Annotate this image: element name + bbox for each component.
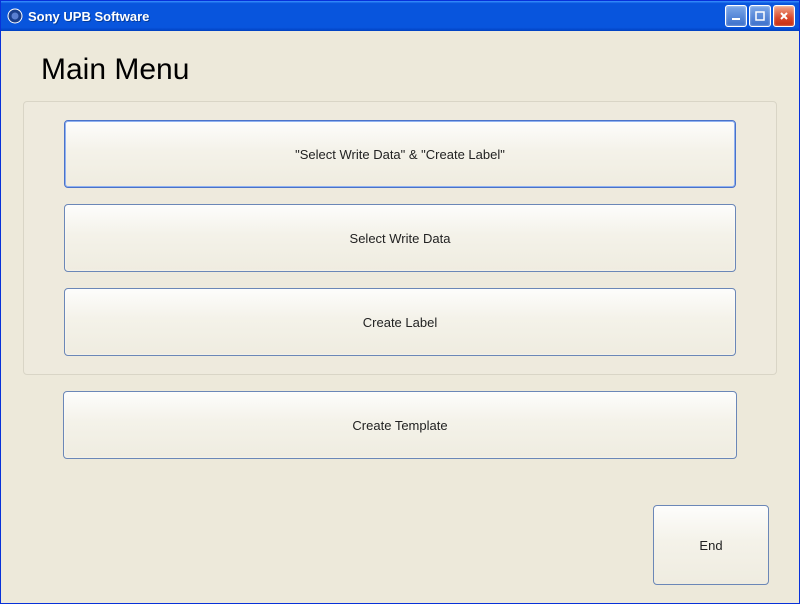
end-button[interactable]: End xyxy=(653,505,769,585)
titlebar[interactable]: Sony UPB Software xyxy=(1,1,799,31)
create-template-button[interactable]: Create Template xyxy=(63,391,737,459)
main-panel: "Select Write Data" & "Create Label" Sel… xyxy=(23,101,777,375)
maximize-button[interactable] xyxy=(749,5,771,27)
content-area: Main Menu "Select Write Data" & "Create … xyxy=(1,31,799,603)
window-controls xyxy=(725,5,795,27)
close-button[interactable] xyxy=(773,5,795,27)
window-title: Sony UPB Software xyxy=(28,9,725,24)
page-title: Main Menu xyxy=(41,53,777,87)
select-write-data-button[interactable]: Select Write Data xyxy=(64,204,736,272)
minimize-button[interactable] xyxy=(725,5,747,27)
app-icon xyxy=(7,8,23,24)
bottom-row: End xyxy=(23,505,777,585)
create-label-button[interactable]: Create Label xyxy=(64,288,736,356)
app-window: Sony UPB Software Main Menu "Select Writ… xyxy=(0,0,800,604)
secondary-panel: Create Template xyxy=(23,375,777,459)
select-write-data-and-create-label-button[interactable]: "Select Write Data" & "Create Label" xyxy=(64,120,736,188)
